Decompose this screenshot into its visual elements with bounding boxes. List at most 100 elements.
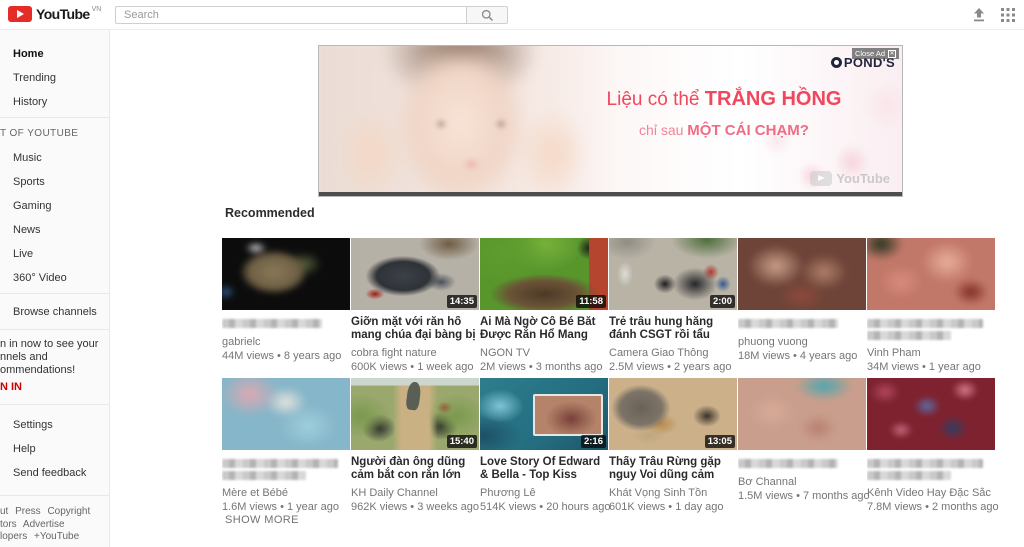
video-title-blurred[interactable] <box>738 456 864 471</box>
video-title[interactable]: Người đàn ông dũng cảm bắt con rắn lớn d… <box>351 456 477 482</box>
signin-promo-line: n in now to see your <box>0 338 110 351</box>
apps-grid-icon[interactable] <box>1001 8 1015 22</box>
video-card[interactable]: Mère et Bébé 1.6M views • 1 year ago <box>222 378 351 513</box>
sidebar-item-browse-channels[interactable]: Browse channels <box>0 300 110 324</box>
footer-links-line[interactable]: ut Press Copyright <box>0 506 110 519</box>
search-button[interactable] <box>467 6 508 24</box>
video-channel-name[interactable]: Camera Giao Thông <box>609 347 735 359</box>
ad-subline-regular: chỉ sau <box>639 122 687 138</box>
sidebar-item-gaming[interactable]: Gaming <box>0 194 110 218</box>
video-title-blurred[interactable] <box>222 456 348 482</box>
video-meta: 44M views • 8 years ago <box>222 350 351 362</box>
video-card[interactable]: 11:58 Ai Mà Ngờ Cô Bé Bắt Được Rắn Hổ Ma… <box>480 238 609 373</box>
video-card[interactable]: 2:16 Love Story Of Edward & Bella - Top … <box>480 378 609 513</box>
video-card[interactable]: 2:00 Trẻ trâu hung hăng đánh CSGT rồi tẩ… <box>609 238 738 373</box>
video-meta: 1.5M views • 7 months ago <box>738 490 867 502</box>
video-thumbnail[interactable]: 2:16 <box>480 378 608 450</box>
sidebar-item-settings[interactable]: Settings <box>0 413 110 437</box>
video-thumbnail[interactable] <box>738 238 866 310</box>
video-meta: 34M views • 1 year ago <box>867 361 996 373</box>
video-channel-name[interactable]: Phương Lê <box>480 487 606 499</box>
video-channel-name[interactable]: Mère et Bébé <box>222 487 348 499</box>
upload-icon[interactable] <box>971 8 987 22</box>
video-channel-name[interactable]: cobra fight nature <box>351 347 477 359</box>
sidebar-item-360-video[interactable]: 360° Video <box>0 266 110 290</box>
youtube-logo[interactable]: YouTube VN <box>8 6 101 22</box>
video-title[interactable]: Giỡn mặt với rắn hổ mang chúa đại bàng b… <box>351 316 477 342</box>
video-card[interactable]: Vinh Pham 34M views • 1 year ago <box>867 238 996 373</box>
video-thumbnail[interactable] <box>867 238 995 310</box>
video-title-blurred[interactable] <box>867 456 993 482</box>
blurred-text-line <box>222 471 306 480</box>
video-card[interactable]: 14:35 Giỡn mặt với rắn hổ mang chúa đại … <box>351 238 480 373</box>
signin-promo-line: nnels and <box>0 351 110 364</box>
video-title[interactable]: Ai Mà Ngờ Cô Bé Bắt Được Rắn Hổ Mang Chú… <box>480 316 606 342</box>
sidebar-item-music[interactable]: Music <box>0 146 110 170</box>
sidebar-item-news[interactable]: News <box>0 218 110 242</box>
video-card[interactable]: gabrielc 44M views • 8 years ago <box>222 238 351 373</box>
video-thumbnail[interactable] <box>222 378 350 450</box>
sidebar-item-trending[interactable]: Trending <box>0 66 110 90</box>
video-channel-name[interactable]: Kênh Video Hay Đặc Sắc <box>867 487 993 499</box>
video-meta: 2M views • 3 months ago <box>480 361 609 373</box>
sidebar-item-home[interactable]: Home <box>0 42 110 66</box>
video-thumbnail[interactable]: 13:05 <box>609 378 737 450</box>
video-title[interactable]: Trẻ trâu hung hăng đánh CSGT rồi tẩu tho… <box>609 316 735 342</box>
blurred-text-line <box>222 459 338 468</box>
ad-player-bar <box>319 192 902 196</box>
display-ad-banner[interactable]: Liệu có thể TRẮNG HỒNG chỉ sau MỘT CÁI C… <box>318 45 903 197</box>
video-duration-badge: 15:40 <box>447 435 477 448</box>
video-thumbnail[interactable]: 15:40 <box>351 378 479 450</box>
thumbnail-image <box>738 378 866 450</box>
video-channel-name[interactable]: gabrielc <box>222 336 348 348</box>
video-meta: 601K views • 1 day ago <box>609 501 738 513</box>
video-card[interactable]: Bơ Channal 1.5M views • 7 months ago <box>738 378 867 513</box>
footer-links-line[interactable]: tors Advertise <box>0 519 110 532</box>
video-duration-badge: 13:05 <box>705 435 735 448</box>
close-ad-label: Close Ad <box>855 49 885 58</box>
video-card[interactable]: 13:05 Thấy Trâu Rừng gặp nguy Voi dũng c… <box>609 378 738 513</box>
sidebar-item-live[interactable]: Live <box>0 242 110 266</box>
video-title-blurred[interactable] <box>222 316 348 331</box>
ad-subline-bold: MỘT CÁI CHẠM? <box>687 122 809 139</box>
divider <box>0 117 110 118</box>
video-thumbnail[interactable] <box>867 378 995 450</box>
video-card[interactable]: phuong vuong 18M views • 4 years ago <box>738 238 867 373</box>
video-thumbnail[interactable]: 14:35 <box>351 238 479 310</box>
video-thumbnail[interactable] <box>222 238 350 310</box>
video-channel-name[interactable]: Khát Vọng Sinh Tồn <box>609 487 735 499</box>
video-title-blurred[interactable] <box>867 316 993 342</box>
divider <box>0 293 110 294</box>
video-card[interactable]: Kênh Video Hay Đặc Sắc 7.8M views • 2 mo… <box>867 378 996 513</box>
video-title-blurred[interactable] <box>738 316 864 331</box>
video-channel-name[interactable]: Vinh Pham <box>867 347 993 359</box>
video-meta: 18M views • 4 years ago <box>738 350 867 362</box>
video-title[interactable]: Love Story Of Edward & Bella - Top Kiss … <box>480 456 606 482</box>
video-title[interactable]: Thấy Trâu Rừng gặp nguy Voi dũng cảm đán… <box>609 456 735 482</box>
youtube-watermark-text: YouTube <box>836 171 890 186</box>
footer-links-line[interactable]: lopers +YouTube <box>0 531 110 544</box>
video-thumbnail[interactable] <box>738 378 866 450</box>
blurred-text-line <box>867 331 951 340</box>
signin-promo-text: n in now to see yournnels andommendation… <box>0 338 110 377</box>
video-channel-name[interactable]: phuong vuong <box>738 336 864 348</box>
search-input[interactable] <box>115 6 467 24</box>
thumbnail-image <box>867 378 995 450</box>
guide-section-header: T OF YOUTUBE <box>0 128 110 139</box>
sidebar-item-history[interactable]: History <box>0 90 110 114</box>
video-channel-name[interactable]: KH Daily Channel <box>351 487 477 499</box>
sidebar-item-sports[interactable]: Sports <box>0 170 110 194</box>
sidebar-item-help[interactable]: Help <box>0 437 110 461</box>
video-card[interactable]: 15:40 Người đàn ông dũng cảm bắt con rắn… <box>351 378 480 513</box>
show-more-button[interactable]: SHOW MORE <box>225 514 299 526</box>
video-thumbnail[interactable]: 2:00 <box>609 238 737 310</box>
video-channel-name[interactable]: NGON TV <box>480 347 606 359</box>
video-channel-name[interactable]: Bơ Channal <box>738 476 864 488</box>
sidebar-item-send-feedback[interactable]: Send feedback <box>0 461 110 485</box>
youtube-watermark: YouTube <box>810 171 890 186</box>
ad-headline-regular: Liệu có thể <box>607 89 705 110</box>
close-ad-button[interactable]: Close Ad ✕ <box>852 48 899 59</box>
thumbnail-image <box>222 238 350 310</box>
video-thumbnail[interactable]: 11:58 <box>480 238 608 310</box>
sign-in-link[interactable]: N IN <box>0 381 22 393</box>
